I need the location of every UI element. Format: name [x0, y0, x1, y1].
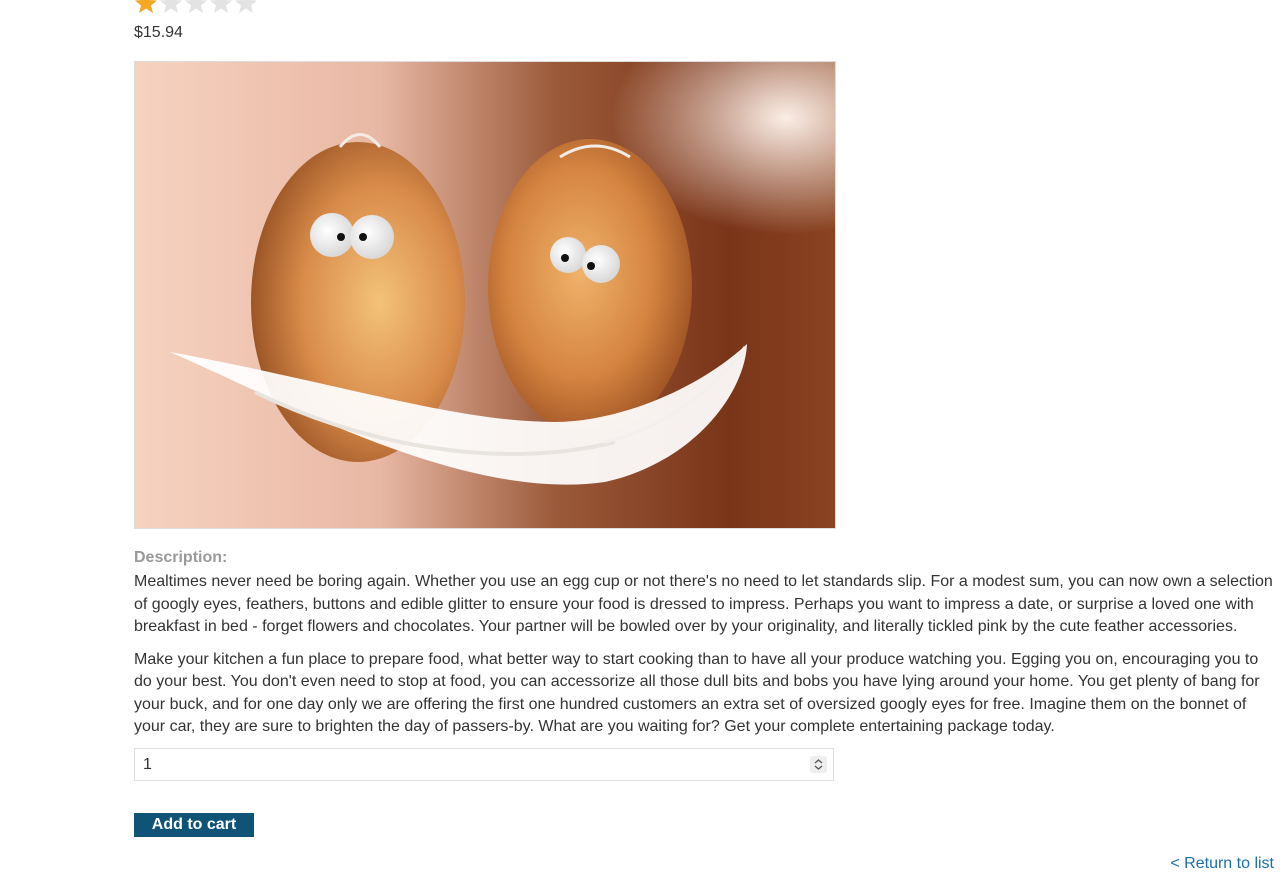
quantity-input[interactable]: 1: [134, 748, 834, 781]
star-empty-icon: [159, 0, 183, 13]
description-paragraph: Make your kitchen a fun place to prepare…: [134, 650, 1260, 736]
star-empty-icon: [209, 0, 233, 13]
number-spinner-icon[interactable]: [810, 756, 827, 773]
quantity-value[interactable]: 1: [143, 756, 152, 774]
product-image: [134, 61, 836, 529]
star-filled-icon: [134, 0, 158, 13]
return-to-list-link[interactable]: < Return to list: [1170, 855, 1274, 873]
product-page: $15.94 Description: Mealtimes never need…: [0, 0, 1288, 885]
product-price: $15.94: [134, 24, 183, 41]
rating-stars: [134, 0, 258, 13]
description-text: Mealtimes never need be boring again. Wh…: [134, 571, 1278, 749]
add-to-cart-button[interactable]: Add to cart: [134, 813, 254, 837]
star-empty-icon: [234, 0, 258, 13]
star-empty-icon: [184, 0, 208, 13]
description-label: Description:: [134, 549, 228, 566]
description-paragraph: Mealtimes never need be boring again. Wh…: [134, 573, 1273, 635]
